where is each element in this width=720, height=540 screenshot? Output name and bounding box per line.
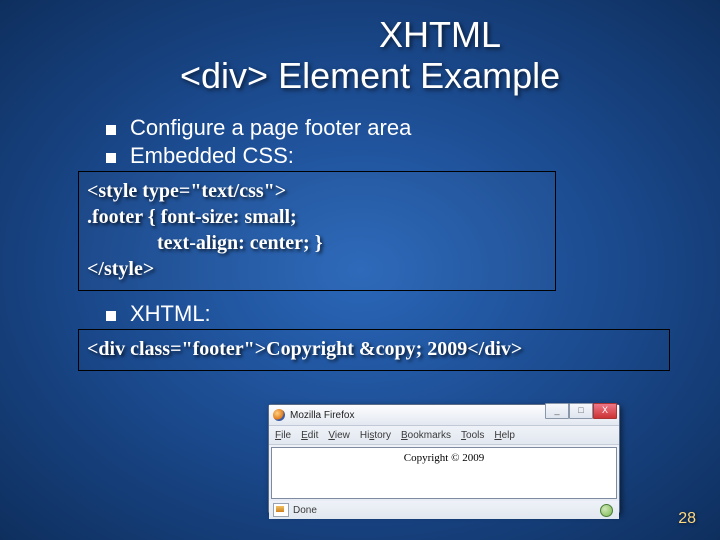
bullet-3-text: XHTML: — [130, 301, 211, 327]
browser-statusbar: Done — [269, 501, 619, 519]
close-button[interactable]: X — [593, 403, 617, 419]
menu-bookmarks[interactable]: Bookmarks — [401, 430, 451, 441]
bullet-icon — [106, 125, 116, 135]
page-icon — [273, 503, 289, 517]
bullet-1: Configure a page footer area — [106, 115, 666, 141]
slide-content: Configure a page footer area Embedded CS… — [106, 115, 666, 371]
menu-help[interactable]: Help — [494, 430, 515, 441]
code-line: </style> — [87, 256, 547, 282]
status-ok-icon — [600, 504, 613, 517]
browser-menubar: File Edit View History Bookmarks Tools H… — [269, 426, 619, 445]
bullet-2: Embedded CSS: — [106, 143, 666, 169]
title-line-1: XHTML — [180, 14, 700, 55]
code-line: .footer { font-size: small; — [87, 204, 547, 230]
bullet-2-text: Embedded CSS: — [130, 143, 294, 169]
slide: XHTML <div> Element Example Configure a … — [0, 0, 720, 540]
code-box-xhtml: <div class="footer">Copyright &copy; 200… — [78, 329, 670, 371]
status-text: Done — [293, 505, 317, 516]
page-footer-text: Copyright © 2009 — [272, 452, 616, 464]
menu-file[interactable]: File — [275, 430, 291, 441]
code-box-css: <style type="text/css"> .footer { font-s… — [78, 171, 556, 291]
code-line: text-align: center; } — [87, 230, 547, 256]
bullet-1-text: Configure a page footer area — [130, 115, 411, 141]
code-line: <style type="text/css"> — [87, 178, 547, 204]
page-number: 28 — [678, 510, 696, 528]
code-line: <div class="footer">Copyright &copy; 200… — [87, 336, 661, 362]
menu-tools[interactable]: Tools — [461, 430, 484, 441]
bullet-icon — [106, 311, 116, 321]
window-controls: _ □ X — [545, 403, 617, 419]
menu-view[interactable]: View — [328, 430, 350, 441]
browser-viewport: Copyright © 2009 — [271, 447, 617, 499]
maximize-button[interactable]: □ — [569, 403, 593, 419]
title-line-2: <div> Element Example — [180, 55, 700, 96]
menu-edit[interactable]: Edit — [301, 430, 318, 441]
firefox-icon — [273, 409, 285, 421]
bullet-3: XHTML: — [106, 301, 666, 327]
bullet-icon — [106, 153, 116, 163]
minimize-button[interactable]: _ — [545, 403, 569, 419]
browser-titlebar: Mozilla Firefox _ □ X — [269, 405, 619, 426]
menu-history[interactable]: History — [360, 430, 391, 441]
browser-window: Mozilla Firefox _ □ X File Edit View His… — [268, 404, 620, 514]
browser-title-text: Mozilla Firefox — [290, 410, 354, 421]
slide-title: XHTML <div> Element Example — [180, 14, 700, 97]
